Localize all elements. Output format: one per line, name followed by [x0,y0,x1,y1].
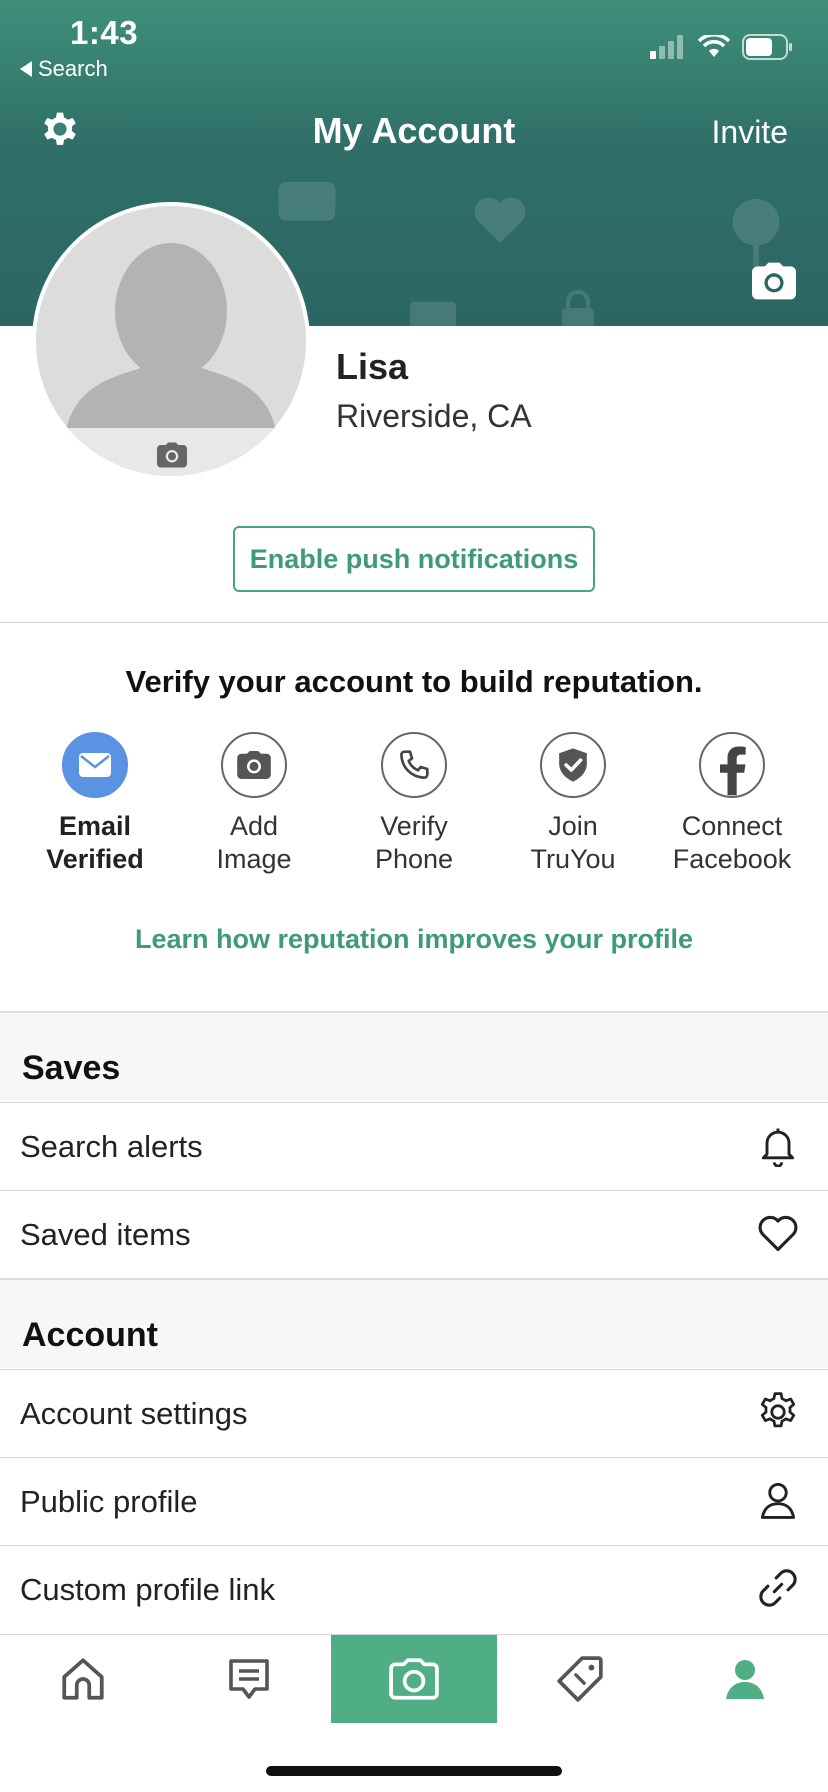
gear-icon [760,1392,796,1428]
wifi-icon [698,35,730,57]
saves-section-header: Saves [0,1011,828,1101]
account-title: Account [22,1316,158,1354]
verify-image-line1: Add [229,811,279,841]
home-icon [62,1658,104,1700]
avatar[interactable] [32,202,310,480]
chat-icon [229,1659,269,1699]
lock-bg-icon [562,290,594,326]
account-settings-row[interactable]: Account settings [0,1369,828,1457]
profile-location: Riverside, CA [336,398,532,434]
profile-icon [726,1660,764,1699]
cover-camera-icon[interactable] [752,262,796,300]
account-settings-label: Account settings [20,1396,248,1431]
facebook-icon [720,746,746,796]
verify-facebook[interactable]: Connect Facebook [652,732,812,876]
battery-icon [742,34,792,60]
tag-bg-icon [410,301,456,326]
enable-push-button[interactable]: Enable push notifications [233,526,595,592]
tab-account[interactable] [662,1635,828,1723]
person-icon [760,1482,796,1519]
camera-icon [389,1658,439,1700]
verify-truyou-line1: Join [548,811,598,841]
navbar: My Account Invite [0,90,828,176]
learn-reputation-link[interactable]: Learn how reputation improves your profi… [0,924,828,955]
account-section-header: Account [0,1278,828,1368]
balloon-bg-icon [732,198,780,266]
envelope-icon [79,753,111,777]
public-profile-row[interactable]: Public profile [0,1457,828,1545]
tab-home[interactable] [0,1635,166,1723]
divider [0,622,828,623]
verify-phone-line2: Phone [374,844,454,874]
verify-phone-line1: Verify [380,811,448,841]
tab-bar [0,1634,828,1724]
verify-truyou-line2: TruYou [530,844,616,874]
saved-items-row[interactable]: Saved items [0,1190,828,1278]
heart-icon [758,1215,798,1252]
page-title: My Account [312,110,516,151]
verify-title: Verify your account to build reputation. [125,664,703,699]
verify-truyou[interactable]: Join TruYou [493,732,653,876]
bell-icon [761,1128,795,1167]
search-alerts-row[interactable]: Search alerts [0,1102,828,1190]
shield-check-icon [559,748,587,782]
home-indicator [266,1766,562,1776]
custom-profile-link-label: Custom profile link [20,1572,275,1607]
phone-icon [400,750,429,779]
back-to-search[interactable]: Search [20,56,108,82]
back-label: Search [38,56,108,81]
verify-image[interactable]: Add Image [174,732,334,876]
public-profile-label: Public profile [20,1484,198,1519]
verify-phone[interactable]: Verify Phone [334,732,494,876]
verify-email-line1: Email [58,811,132,841]
verify-email[interactable]: Email Verified [15,732,175,876]
avatar-placeholder [36,206,306,476]
search-alerts-label: Search alerts [20,1129,203,1164]
back-arrow-icon [20,61,32,77]
tab-selling[interactable] [497,1635,663,1723]
saved-items-label: Saved items [20,1217,191,1252]
price-tag-icon [557,1656,603,1702]
tab-post-camera[interactable] [331,1635,497,1723]
camera-icon [237,751,271,779]
status-bar: 1:43 Search [0,0,828,90]
avatar-camera-icon [157,442,187,468]
verify-options: Email Verified Add Image Verify Phone Jo… [0,732,828,882]
verify-email-line2: Verified [46,844,144,874]
status-time: 1:43 [70,14,139,51]
person-silhouette-icon [36,243,306,476]
status-icons [650,34,794,60]
tab-messages[interactable] [166,1635,332,1723]
verify-facebook-line1: Connect [681,811,783,841]
signal-icon [650,35,683,59]
verify-facebook-line2: Facebook [672,844,792,874]
verify-image-line2: Image [216,844,292,874]
heart-bg-icon [474,197,526,243]
saves-title: Saves [22,1049,121,1087]
link-icon [759,1569,797,1607]
custom-profile-link-row[interactable]: Custom profile link [0,1545,828,1633]
invite-button[interactable]: Invite [712,114,788,151]
profile-name: Lisa [336,346,409,387]
